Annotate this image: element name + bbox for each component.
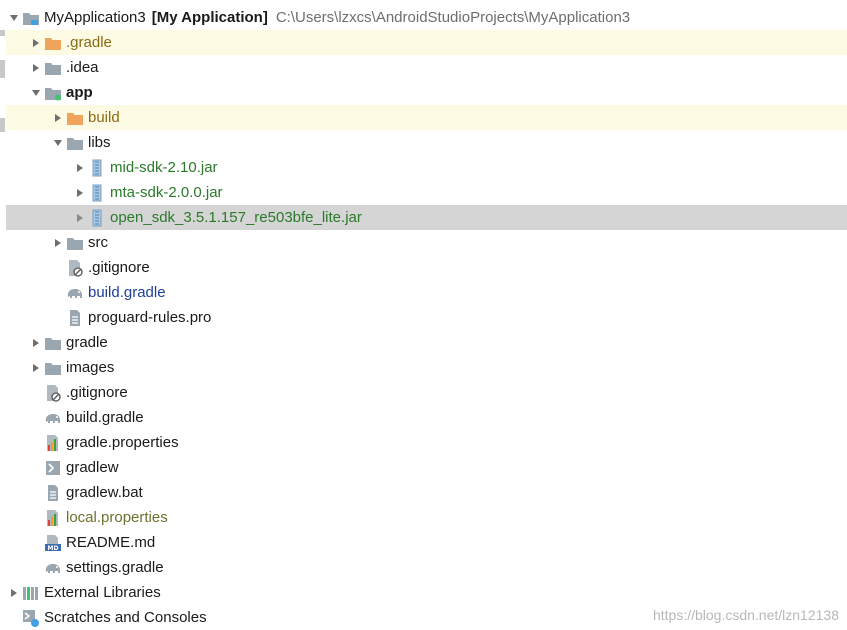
folder-icon xyxy=(66,234,84,252)
tree-item-label: .gitignore xyxy=(88,259,150,276)
tree-row-file[interactable]: gradlew.bat xyxy=(6,480,847,505)
svg-text:MD: MD xyxy=(48,545,59,552)
tree-item-label: app xyxy=(66,84,93,101)
chevron-right-icon[interactable] xyxy=(28,35,44,51)
tree-row-file[interactable]: build.gradle xyxy=(6,280,847,305)
tree-item-label: open_sdk_3.5.1.157_re503bfe_lite.jar xyxy=(110,209,362,226)
module-folder-icon xyxy=(44,84,62,102)
chevron-right-icon[interactable] xyxy=(6,585,22,601)
tree-item-label: src xyxy=(88,234,108,251)
watermark: https://blog.csdn.net/lzn12138 xyxy=(652,607,839,623)
chevron-down-icon[interactable] xyxy=(50,135,66,151)
ignore-file-icon xyxy=(66,259,84,277)
project-path: C:\Users\lzxcs\AndroidStudioProjects\MyA… xyxy=(275,9,631,26)
scratches-icon xyxy=(22,609,40,627)
chevron-right-icon[interactable] xyxy=(28,335,44,351)
tree-item-label: libs xyxy=(88,134,111,151)
tree-row-file[interactable]: MD README.md xyxy=(6,530,847,555)
excluded-folder-icon xyxy=(66,109,84,127)
tree-row-file[interactable]: .gitignore xyxy=(6,255,847,280)
shell-script-icon xyxy=(44,459,62,477)
gradle-elephant-icon xyxy=(66,284,84,302)
tree-row-root[interactable]: MyApplication3 [My Application] C:\Users… xyxy=(6,5,847,30)
properties-file-icon xyxy=(44,509,62,527)
tree-item-label: build xyxy=(88,109,120,126)
chevron-down-icon[interactable] xyxy=(28,85,44,101)
text-file-icon xyxy=(44,484,62,502)
chevron-down-icon[interactable] xyxy=(6,10,22,26)
tree-item-label: .gradle xyxy=(66,34,112,51)
tree-item-label: Scratches and Consoles xyxy=(44,609,207,626)
tree-item-label: gradlew xyxy=(66,459,119,476)
jar-icon xyxy=(88,159,106,177)
chevron-right-icon[interactable] xyxy=(28,60,44,76)
tree-item-label: mid-sdk-2.10.jar xyxy=(110,159,218,176)
tree-item-label: build.gradle xyxy=(88,284,166,301)
tree-row-jar-file[interactable]: mid-sdk-2.10.jar xyxy=(6,155,847,180)
jar-icon xyxy=(88,184,106,202)
tree-row-file[interactable]: .gitignore xyxy=(6,380,847,405)
properties-file-icon xyxy=(44,434,62,452)
tree-item-label: gradle.properties xyxy=(66,434,179,451)
project-name: MyApplication3 xyxy=(44,9,146,26)
excluded-folder-icon xyxy=(44,34,62,52)
tree-row-jar-file-selected[interactable]: open_sdk_3.5.1.157_re503bfe_lite.jar xyxy=(6,205,847,230)
folder-icon xyxy=(44,359,62,377)
tree-row-file[interactable]: gradlew xyxy=(6,455,847,480)
tree-row-libs-folder[interactable]: libs xyxy=(6,130,847,155)
tree-item-label: .idea xyxy=(66,59,99,76)
chevron-right-icon[interactable] xyxy=(72,185,88,201)
folder-icon xyxy=(44,59,62,77)
tree-row-file[interactable]: gradle.properties xyxy=(6,430,847,455)
tree-row-gradle-folder[interactable]: .gradle xyxy=(6,30,847,55)
tree-item-label: .gitignore xyxy=(66,384,128,401)
tree-item-label: settings.gradle xyxy=(66,559,164,576)
module-name: [My Application] xyxy=(151,9,268,26)
chevron-right-icon[interactable] xyxy=(50,235,66,251)
tree-row-src-folder[interactable]: src xyxy=(6,230,847,255)
tree-item-label: External Libraries xyxy=(44,584,161,601)
jar-icon xyxy=(88,209,106,227)
folder-icon xyxy=(66,134,84,152)
tree-row-gradle-folder[interactable]: gradle xyxy=(6,330,847,355)
tree-row-file[interactable]: proguard-rules.pro xyxy=(6,305,847,330)
tree-row-file[interactable]: build.gradle xyxy=(6,405,847,430)
chevron-right-icon[interactable] xyxy=(50,110,66,126)
edge-marker xyxy=(0,60,5,78)
tree-item-label: gradlew.bat xyxy=(66,484,143,501)
edge-marker xyxy=(0,118,5,132)
chevron-right-icon[interactable] xyxy=(72,160,88,176)
tree-row-jar-file[interactable]: mta-sdk-2.0.0.jar xyxy=(6,180,847,205)
tree-row-images-folder[interactable]: images xyxy=(6,355,847,380)
ignore-file-icon xyxy=(44,384,62,402)
tree-row-file[interactable]: local.properties xyxy=(6,505,847,530)
tree-row-idea-folder[interactable]: .idea xyxy=(6,55,847,80)
markdown-file-icon: MD xyxy=(44,534,62,552)
tree-item-label: gradle xyxy=(66,334,108,351)
tree-row-external-libraries[interactable]: External Libraries xyxy=(6,580,847,605)
text-file-icon xyxy=(66,309,84,327)
library-icon xyxy=(22,584,40,602)
project-folder-icon xyxy=(22,9,40,27)
gradle-elephant-icon xyxy=(44,409,62,427)
tree-row-build-folder[interactable]: build xyxy=(6,105,847,130)
tree-item-label: build.gradle xyxy=(66,409,144,426)
folder-icon xyxy=(44,334,62,352)
tree-item-label: proguard-rules.pro xyxy=(88,309,212,326)
tree-item-label: images xyxy=(66,359,115,376)
tree-row-app-module[interactable]: app xyxy=(6,80,847,105)
tree-item-label: README.md xyxy=(66,534,156,551)
tree-item-label: mta-sdk-2.0.0.jar xyxy=(110,184,223,201)
tree-row-file[interactable]: settings.gradle xyxy=(6,555,847,580)
tree-item-label: local.properties xyxy=(66,509,168,526)
chevron-right-icon[interactable] xyxy=(72,210,88,226)
chevron-right-icon[interactable] xyxy=(28,360,44,376)
gradle-elephant-icon xyxy=(44,559,62,577)
edge-marker xyxy=(0,30,5,36)
